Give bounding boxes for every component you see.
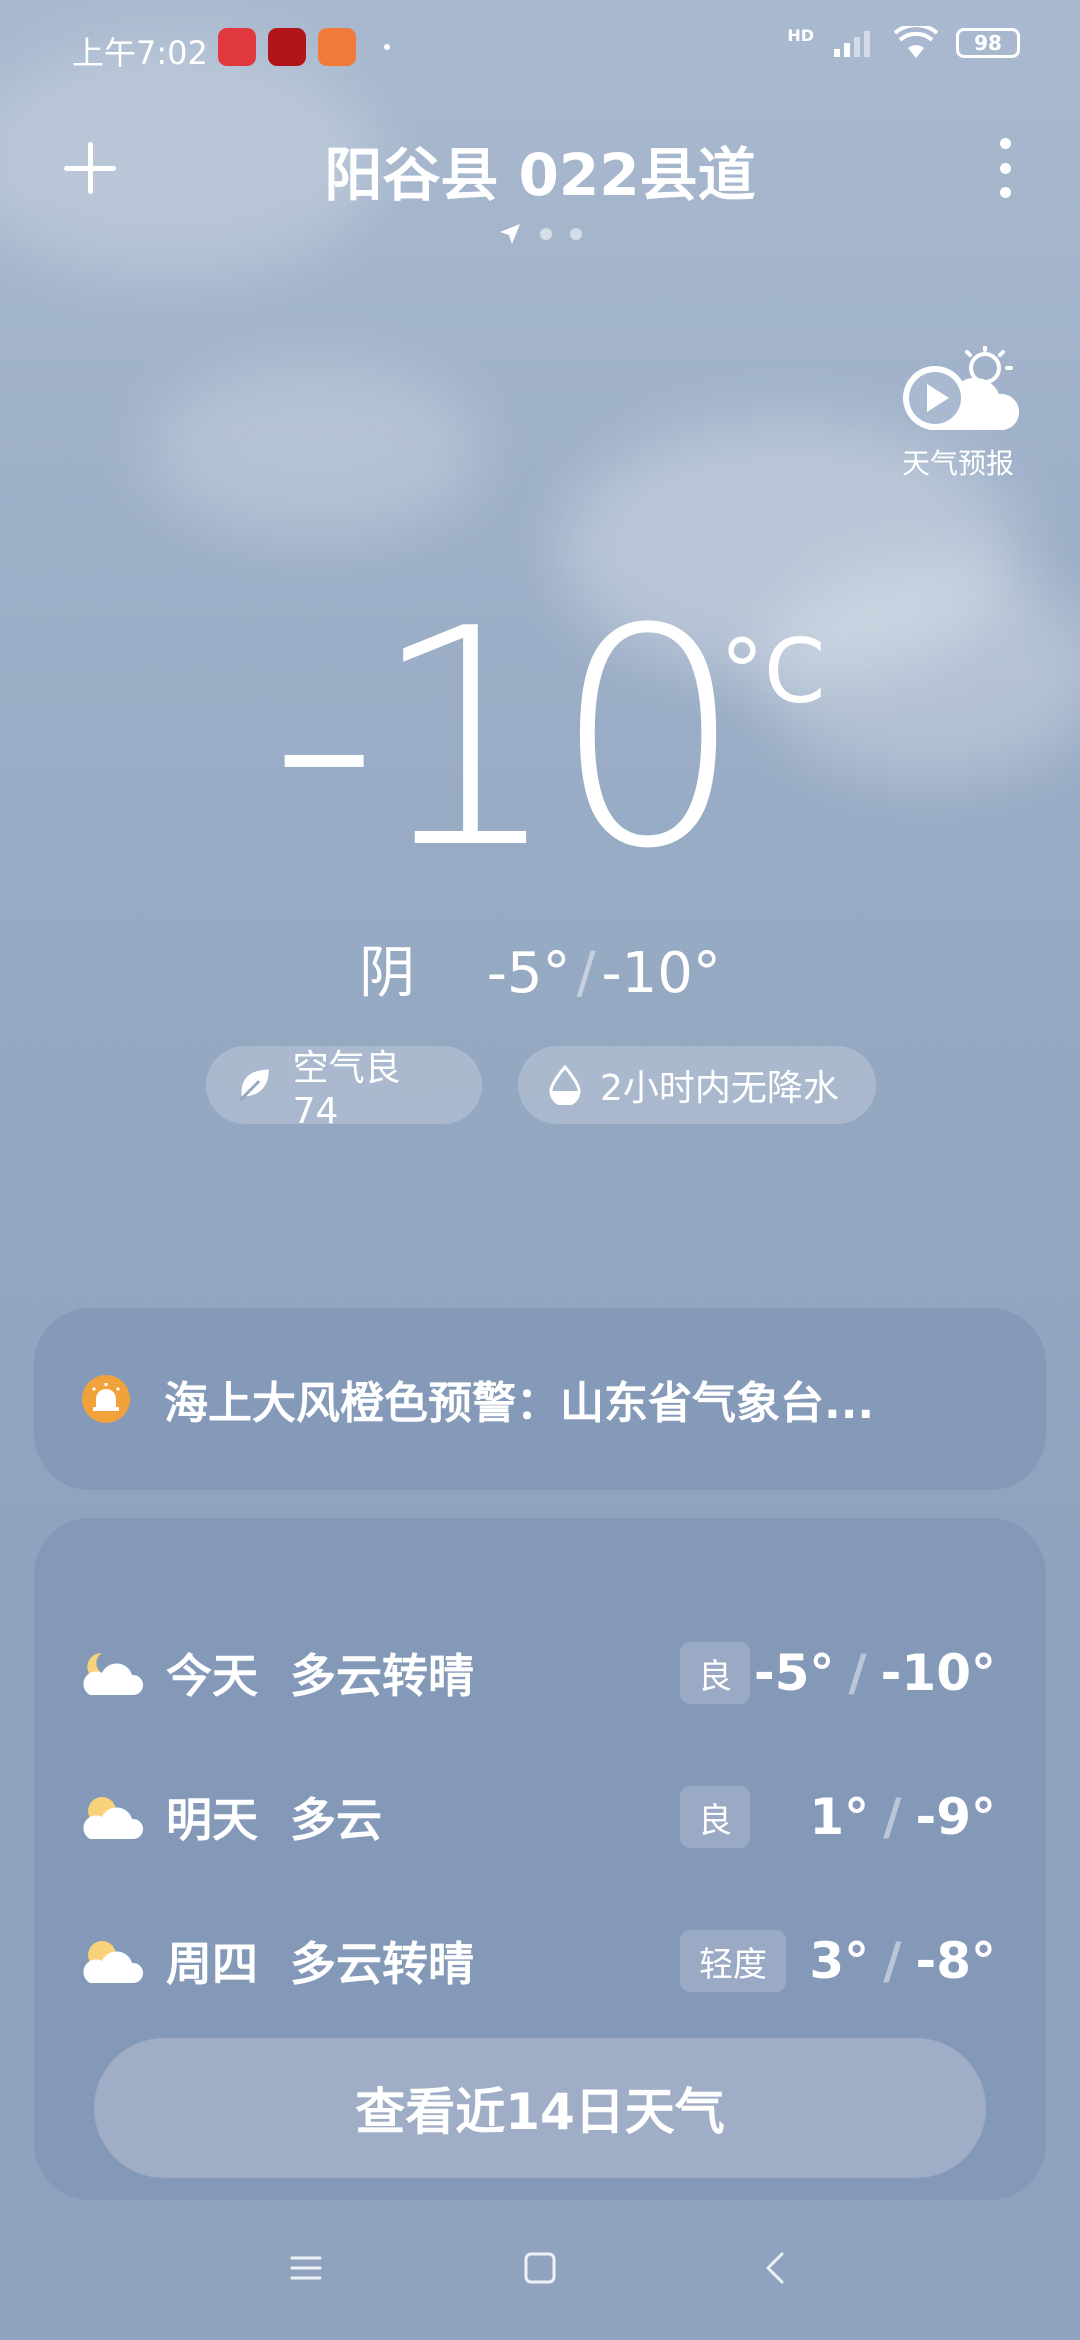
forecast-temps: -5° / -10°	[753, 1644, 996, 1702]
background-cloud	[150, 360, 480, 540]
forecast-row-thursday[interactable]: 周四 多云转晴 轻度 3° / -8°	[34, 1916, 1046, 2006]
forecast-day: 明天	[166, 1793, 258, 1847]
signal-icon	[834, 31, 870, 57]
location-title[interactable]: 阳谷县 022县道	[0, 128, 1080, 212]
wifi-icon	[894, 26, 938, 58]
precipitation-text: 2小时内无降水	[600, 1068, 839, 1109]
forecast-row-tomorrow[interactable]: 明天 多云 良 1° / -9°	[34, 1772, 1046, 1862]
forecast-day: 周四	[166, 1937, 258, 1991]
view-14-day-button[interactable]: 查看近14日天气	[94, 2038, 986, 2178]
status-icons: HD 98	[787, 26, 1020, 60]
weather-alert-card[interactable]: 海上大风橙色预警：山东省气象台...	[34, 1308, 1046, 1490]
xiaohongshu-app-icon	[218, 28, 256, 66]
precipitation-pill[interactable]: 2小时内无降水	[518, 1046, 876, 1124]
water-drop-icon	[549, 1065, 581, 1105]
forecast-aq-badge: 良	[680, 1786, 750, 1848]
temp-separator: /	[576, 941, 596, 1006]
forecast-high: 1°	[809, 1788, 870, 1846]
leaf-icon	[238, 1069, 269, 1102]
home-icon[interactable]	[522, 2250, 558, 2286]
air-quality-pill[interactable]: 空气良 74	[206, 1046, 482, 1132]
forecast-high: -5°	[753, 1644, 835, 1702]
page-dot	[540, 228, 552, 240]
notification-dot	[384, 44, 390, 50]
battery-icon: 98	[956, 28, 1020, 58]
partly-cloudy-icon	[83, 1652, 144, 1695]
forecast-day: 今天	[166, 1649, 258, 1703]
back-icon[interactable]	[758, 2250, 794, 2286]
forecast-high: 3°	[809, 1932, 870, 1990]
forecast-desc: 多云转晴	[290, 1937, 474, 1991]
condition-text: 阴	[359, 941, 416, 1006]
cloudy-sun-icon	[83, 1941, 144, 1983]
alert-text: 海上大风橙色预警：山东省气象台...	[164, 1378, 875, 1429]
current-temperature: -10	[270, 565, 744, 914]
condition-line: 阴 -5° / -10°	[0, 928, 1080, 1009]
app-icon-red	[268, 28, 306, 66]
page-dot	[570, 228, 582, 240]
play-cloud-icon	[903, 344, 1020, 430]
status-time: 上午7:02	[72, 34, 208, 72]
more-options-button[interactable]	[990, 138, 1020, 198]
forecast-low: -10°	[880, 1644, 996, 1702]
menu-icon[interactable]	[288, 2250, 324, 2286]
weather-forecast-video[interactable]: 天气预报	[888, 344, 1028, 482]
location-arrow-icon	[500, 224, 520, 244]
page-indicator	[0, 222, 1080, 246]
forecast-temps: 1° / -9°	[809, 1788, 996, 1846]
forecast-low: -9°	[915, 1788, 996, 1846]
forecast-row-today[interactable]: 今天 多云转晴 良 -5° / -10°	[34, 1628, 1046, 1718]
shopping-app-icon	[318, 28, 356, 66]
forecast-temps: 3° / -8°	[809, 1932, 996, 1990]
low-temp: -10°	[601, 941, 721, 1006]
high-temp: -5°	[486, 941, 571, 1006]
forecast-video-label: 天气预报	[901, 447, 1014, 480]
forecast-desc: 多云	[290, 1793, 382, 1847]
temperature-unit: °C	[720, 620, 826, 723]
forecast-aq-badge: 良	[680, 1642, 750, 1704]
forecast-low: -8°	[915, 1932, 996, 1990]
alarm-icon	[82, 1375, 130, 1423]
air-quality-text: 空气良 74	[292, 1047, 401, 1132]
hd-label: HD	[787, 26, 814, 45]
forecast-aq-badge: 轻度	[680, 1930, 786, 1992]
cloudy-sun-icon	[83, 1797, 144, 1839]
forecast-desc: 多云转晴	[290, 1649, 474, 1703]
